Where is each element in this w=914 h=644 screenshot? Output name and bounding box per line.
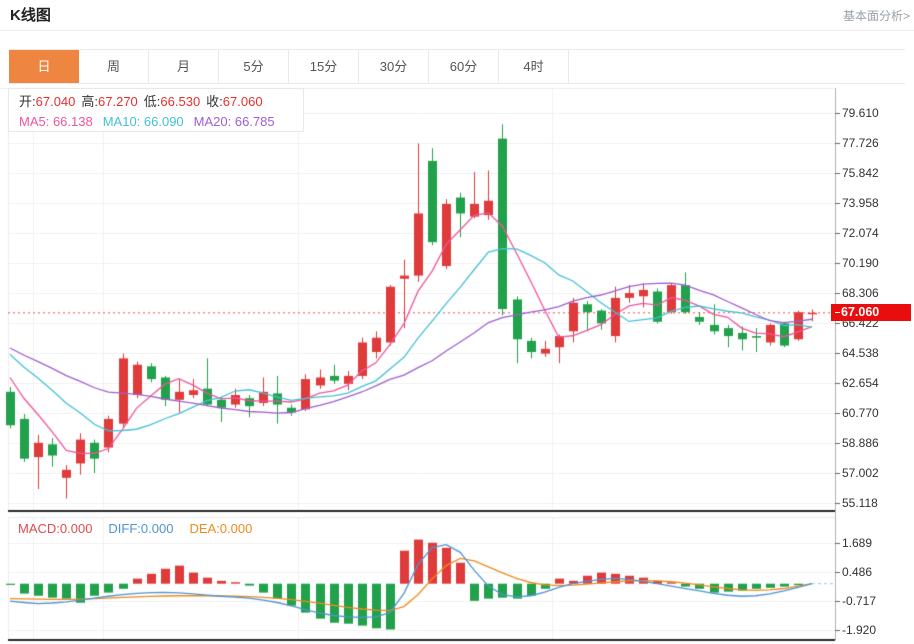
ohlc-value-close: 67.060 [223, 94, 263, 109]
ohlc-label-close: 收: [206, 94, 223, 109]
current-price-value: 67.060 [841, 305, 879, 319]
ohlc-value-open: 67.040 [36, 94, 76, 109]
diff-legend-value: DIFF:0.000 [108, 521, 173, 536]
ohlc-value-low: 66.530 [160, 94, 200, 109]
ohlc-row: 开:67.040 高:67.270 低:66.530 收:67.060 [19, 92, 303, 112]
price-axis-label: 72.074 [842, 226, 879, 240]
quote-info-box: 开:67.040 高:67.270 低:66.530 收:67.060 MA5: 66… [8, 88, 304, 132]
price-axis-label: 75.842 [842, 166, 879, 180]
kline-widget: K线图 基本面分析> 日周月5分15分30分60分4时 开:67.040高:67… [0, 0, 914, 644]
price-axis-label: 60.770 [842, 406, 879, 420]
dea-legend-value: DEA:0.000 [189, 521, 252, 536]
price-axis-label: 58.886 [842, 436, 879, 450]
ohlc-label-open: 开: [19, 94, 36, 109]
price-axis-label: 79.610 [842, 106, 879, 120]
ohlc-label-low: 低: [144, 94, 161, 109]
ohlc-value-high: 67.270 [98, 94, 138, 109]
ohlc-label-high: 高: [81, 94, 98, 109]
price-axis-label: 64.538 [842, 346, 879, 360]
macd-axis-label: -1.920 [842, 623, 876, 637]
ma10-value: MA10: 66.090 [103, 114, 184, 129]
macd-axis-label: 1.689 [842, 536, 872, 550]
macd-legend-value: MACD:0.000 [18, 521, 92, 536]
ma20-value: MA20: 66.785 [194, 114, 275, 129]
current-price-tag: 67.060 [831, 304, 911, 321]
price-axis-label: 57.002 [842, 466, 879, 480]
macd-legend: MACD:0.000 DIFF:0.000 DEA:0.000 [18, 521, 268, 536]
macd-axis-label: 0.486 [842, 565, 872, 579]
macd-axis-label: -0.717 [842, 594, 876, 608]
price-axis-label: 68.306 [842, 286, 879, 300]
price-axis-label: 70.190 [842, 256, 879, 270]
price-axis-label: 62.654 [842, 376, 879, 390]
tick-mark [835, 312, 840, 313]
ma5-value: MA5: 66.138 [19, 114, 93, 129]
price-axis-label: 77.726 [842, 136, 879, 150]
price-axis-label: 73.958 [842, 196, 879, 210]
price-axis-label: 55.118 [842, 496, 878, 510]
ma-row: MA5: 66.138 MA10: 66.090 MA20: 66.785 [19, 112, 303, 132]
